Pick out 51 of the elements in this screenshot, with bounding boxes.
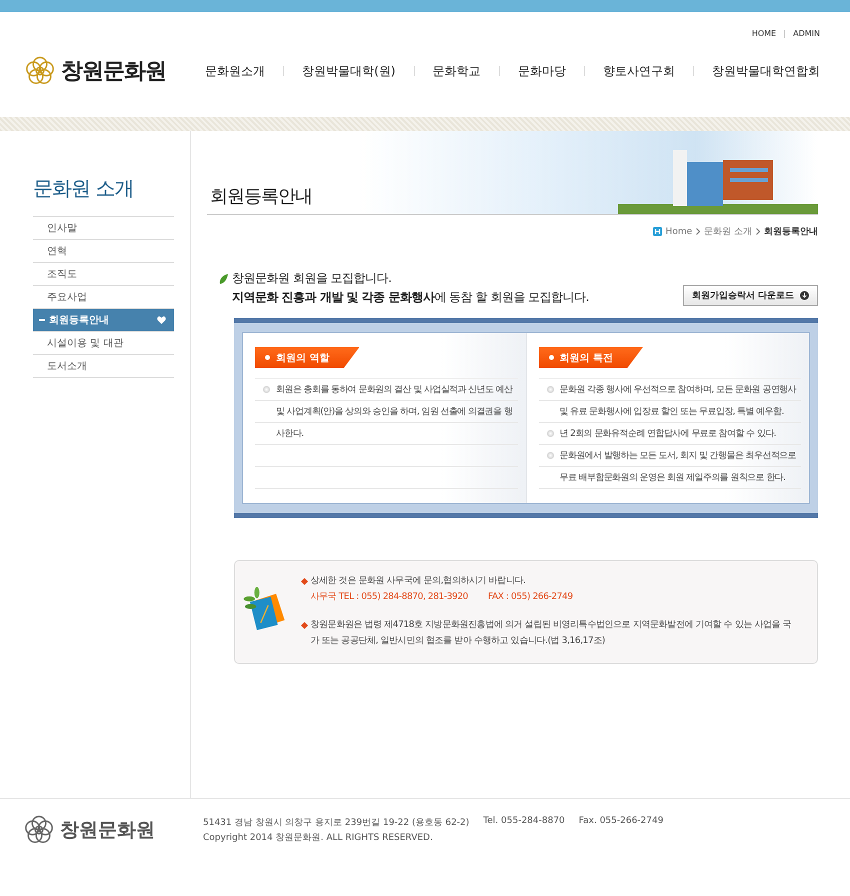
intro-text: 창원문화원 회원을 모집합니다.	[232, 270, 392, 287]
top-link[interactable]: ADMIN	[793, 29, 820, 38]
flower-logo-icon	[24, 815, 54, 845]
list-text: 문화원 각종 행사에 우선적으로 참여하며, 모든 문화원 공연행사 및 유료 문화행사에 입장료 할인 또는 무료입장, 특별 예우함.	[560, 384, 798, 419]
chevron-icon	[756, 228, 760, 235]
bullet-icon	[546, 452, 554, 459]
contact-text: 사무국 TEL : 055) 284-8870, 281-3920	[310, 591, 468, 604]
site-logo-text[interactable]: 창원문화원	[61, 56, 166, 86]
home-icon	[652, 227, 662, 236]
sidebar-item[interactable]: 도서소개	[33, 355, 174, 378]
nav-item[interactable]: 창원박물대학연합회	[712, 62, 820, 80]
list-text: 문화원에서 발행하는 모든 도서, 회지 및 간행물은 최우선적으로 무료 배부함문화원의 운영은 회원 제일주의를 원칙으로 한다.	[560, 450, 797, 485]
nav-item[interactable]: 향토사연구회	[602, 62, 675, 80]
download-button[interactable]: 회원가입승락서 다운로드	[682, 285, 818, 306]
breadcrumb-link[interactable]: 회원등록안내	[764, 225, 818, 238]
address-text: 51431 경남 창원시 의창구 용지로 239번길 19-22 (용호동 62-2)	[203, 817, 470, 829]
copyright-text: Copyright 2014 창원문화원. ALL RIGHTS RESERVED.	[203, 832, 434, 844]
sidebar-title: 문화원 소개	[33, 175, 134, 202]
top-link[interactable]: HOME	[752, 29, 776, 38]
download-icon	[800, 291, 809, 300]
footer-logo-text: 창원문화원	[60, 818, 155, 843]
heart-icon	[157, 316, 166, 324]
notice-text: 상세한 것은 문화원 사무국에 문의,협의하시기 바랍니다.	[310, 575, 526, 588]
breadcrumb-link[interactable]: 문화원 소개	[704, 225, 752, 238]
sidebar-item[interactable]: 인사말	[33, 217, 174, 240]
dash-icon	[39, 319, 45, 321]
chevron-icon	[696, 228, 700, 235]
bullet-icon	[546, 430, 554, 437]
fax-text: Fax. 055-266-2749	[578, 816, 664, 828]
sidebar-item[interactable]: 연혁	[33, 240, 174, 263]
bullet-icon	[546, 386, 554, 393]
nav-item[interactable]: 문화원소개	[205, 62, 265, 80]
contact-text: FAX : 055) 266-2749	[488, 591, 573, 604]
panel-title: 회원의 특전	[538, 347, 643, 368]
page-title: 회원등록안내	[210, 185, 312, 208]
panel-title: 회원의 역할	[255, 347, 360, 368]
nav-item[interactable]: 문화마당	[518, 62, 566, 80]
breadcrumb-link[interactable]: Home	[666, 226, 692, 236]
notice-text: 창원문화원은 법령 제4718호 지방문화원진흥법에 의거 설립된 비영리특수법인으로 지역문화발전에 기여할 수 있는 사업을 국가 또는 공공단체, 일반시민의 협조를 받아 수행하고 있습니다.(법 3,16,17조)	[310, 619, 792, 648]
nav-item[interactable]: 문화학교	[432, 62, 481, 80]
sidebar-item[interactable]: 회원등록안내	[33, 309, 174, 332]
nav-item[interactable]: 창원박물대학(원)	[302, 62, 396, 80]
bullet-icon	[263, 386, 270, 393]
sidebar-item[interactable]: 시설이용 및 대관	[33, 332, 174, 355]
flower-logo-icon	[25, 56, 55, 86]
sidebar-item[interactable]: 조직도	[33, 263, 174, 286]
list-text: 회원은 총회를 통하여 문화원의 결산 및 사업실적과 신년도 예산 및 사업계획(안)을 상의와 승인을 하며, 임원 선출에 의결권을 행사한다.	[276, 384, 514, 441]
phone-text: Tel. 055-284-8870	[483, 816, 565, 828]
leaf-icon	[219, 272, 229, 284]
intro-text: 지역문화 진흥과 개발 및 각종 문화행사에 동참 할 회원을 모집합니다.	[232, 289, 589, 306]
list-text: 년 2회의 문화유적순례 연합답사에 무료로 참여할 수 있다.	[560, 428, 776, 441]
